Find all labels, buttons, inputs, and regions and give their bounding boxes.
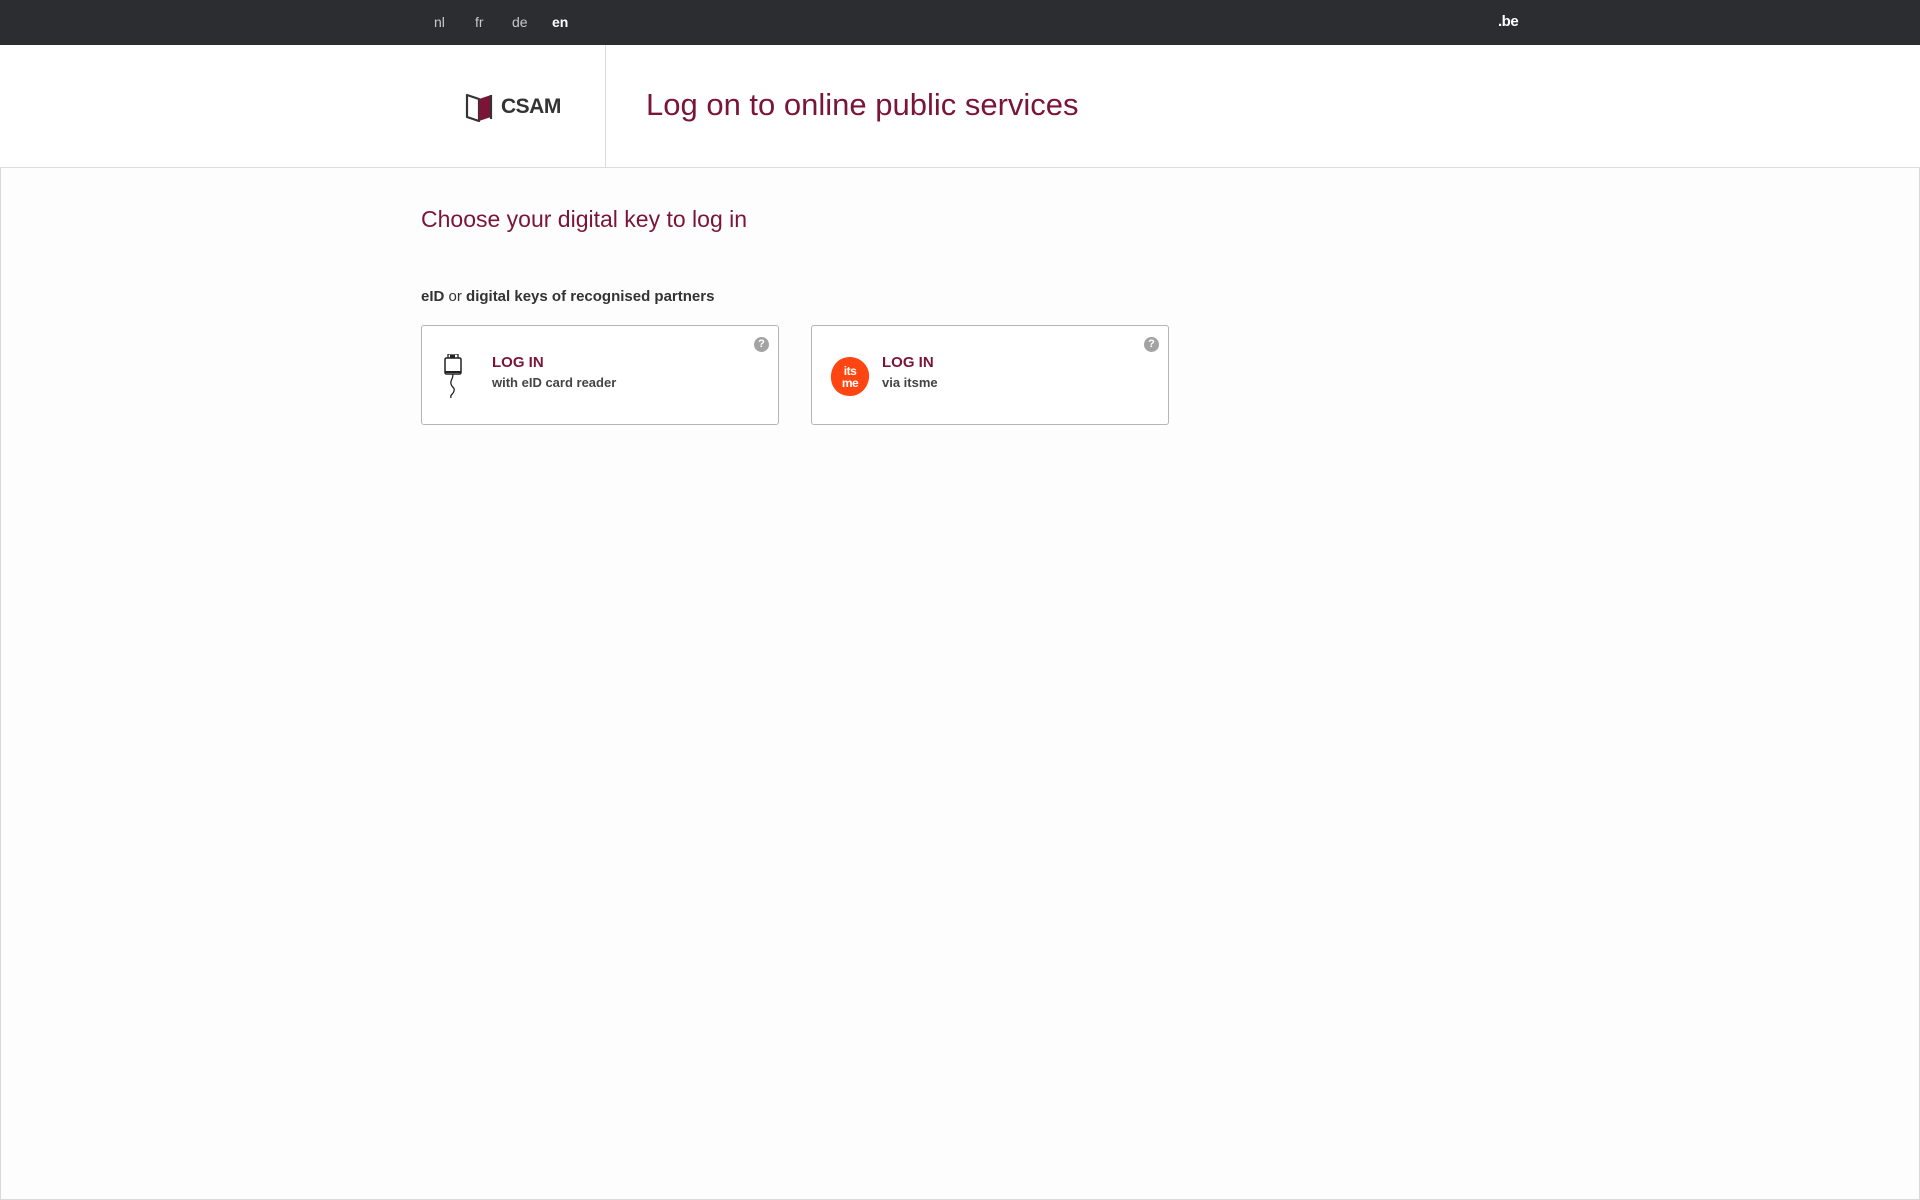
csam-door-icon: [465, 93, 493, 122]
svg-text:me: me: [842, 376, 859, 390]
page-title: Log on to online public services: [646, 87, 1079, 122]
login-itsme-card[interactable]: its me LOG IN via itsme ?: [811, 325, 1169, 425]
login-eid-card[interactable]: LOG IN with eID card reader ?: [421, 325, 779, 425]
language-link-de[interactable]: de: [512, 14, 528, 30]
top-bar: nl fr de en .be: [0, 0, 1920, 45]
eid-card-reader-icon: [444, 354, 462, 399]
eid-card-text: LOG IN with eID card reader: [492, 353, 616, 393]
subtitle-or: or: [444, 288, 467, 305]
language-link-fr[interactable]: fr: [475, 14, 484, 30]
csam-logo[interactable]: CSAM: [465, 91, 561, 123]
be-logo: .be: [1498, 13, 1519, 30]
itsme-logo-icon: its me: [830, 357, 870, 396]
language-link-nl[interactable]: nl: [434, 14, 445, 30]
itsme-login-label: LOG IN: [882, 354, 934, 371]
language-link-en[interactable]: en: [552, 14, 568, 30]
logo-cell: CSAM: [0, 45, 606, 167]
header: CSAM Log on to online public services: [0, 45, 1920, 168]
login-options-subtitle: eID or digital keys of recognised partne…: [421, 288, 714, 306]
itsme-login-sub: via itsme: [882, 375, 938, 390]
itsme-help-icon[interactable]: ?: [1144, 337, 1159, 352]
eid-help-icon[interactable]: ?: [754, 337, 769, 352]
subtitle-eid: eID: [421, 288, 445, 305]
section-title: Choose your digital key to log in: [421, 206, 748, 232]
logo-text: CSAM: [501, 95, 561, 118]
eid-login-sub: with eID card reader: [492, 375, 617, 390]
itsme-card-text: LOG IN via itsme: [882, 353, 938, 393]
page: nl fr de en .be CSAM Log on to online pu…: [0, 0, 1920, 1200]
subtitle-partners: digital keys of recognised partners: [466, 288, 715, 305]
eid-login-label: LOG IN: [492, 354, 544, 371]
